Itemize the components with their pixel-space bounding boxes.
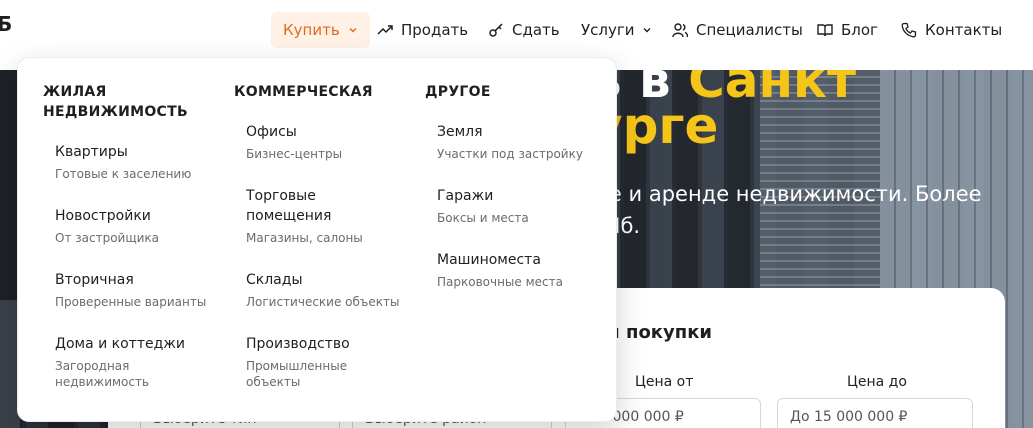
menu-column-other: Другое Земля Участки под застройку Гараж… — [425, 82, 605, 289]
menu-column-heading: Жилая недвижимость — [43, 84, 188, 120]
nav-contacts[interactable]: Контакты — [901, 12, 1002, 48]
chevron-down-icon — [348, 25, 358, 35]
menu-item-apartments[interactable]: Квартиры Готовые к заселению — [55, 142, 225, 182]
hero-subtitle: же и аренде недвижимости. Более СПб. — [590, 182, 982, 238]
menu-item-production[interactable]: Производство Промышленные объекты — [246, 334, 376, 390]
menu-item-secondary[interactable]: Вторичная Проверенные варианты — [55, 270, 225, 310]
logo[interactable]: Б — [0, 12, 12, 36]
nav-blog[interactable]: Блог — [817, 12, 878, 48]
key-icon — [488, 22, 504, 38]
menu-item-retail[interactable]: Торговые помещения Магазины, салоны — [246, 186, 366, 246]
price-to-input[interactable]: До 15 000 000 ₽ — [777, 398, 973, 428]
nav-specialists[interactable]: Специалисты — [672, 12, 803, 48]
nav-buy[interactable]: Купить — [271, 12, 370, 48]
chevron-down-icon — [642, 25, 652, 35]
phone-icon — [901, 22, 917, 38]
menu-column-commercial: Коммерческая Офисы Бизнес-центры Торговы… — [234, 82, 414, 389]
menu-column-heading: Другое — [425, 84, 491, 100]
menu-item-new-buildings[interactable]: Новостройки От застройщика — [55, 206, 225, 246]
menu-item-warehouses[interactable]: Склады Логистические объекты — [246, 270, 416, 310]
menu-column-residential: Жилая недвижимость Квартиры Готовые к за… — [43, 82, 223, 389]
menu-item-garages[interactable]: Гаражи Боксы и места — [437, 186, 607, 226]
nav-services[interactable]: Услуги — [581, 12, 652, 48]
book-icon — [817, 22, 833, 38]
price-from-label: Цена от — [635, 374, 694, 390]
menu-column-heading: Коммерческая — [234, 84, 373, 100]
menu-item-land[interactable]: Земля Участки под застройку — [437, 122, 607, 162]
menu-item-houses[interactable]: Дома и коттеджи Загородная недвижимость — [55, 334, 205, 390]
buy-dropdown-menu: Жилая недвижимость Квартиры Готовые к за… — [17, 57, 617, 422]
nav-rent[interactable]: Сдать — [488, 12, 560, 48]
menu-item-offices[interactable]: Офисы Бизнес-центры — [246, 122, 416, 162]
users-icon — [672, 22, 688, 38]
trending-up-icon — [377, 22, 393, 38]
menu-item-parking[interactable]: Машиноместа Парковочные места — [437, 250, 607, 290]
price-to-label: Цена до — [847, 374, 907, 390]
search-card: ля покупки Цена от Цена до от 5 000 000 … — [565, 288, 1005, 428]
nav-sell[interactable]: Продать — [377, 12, 468, 48]
